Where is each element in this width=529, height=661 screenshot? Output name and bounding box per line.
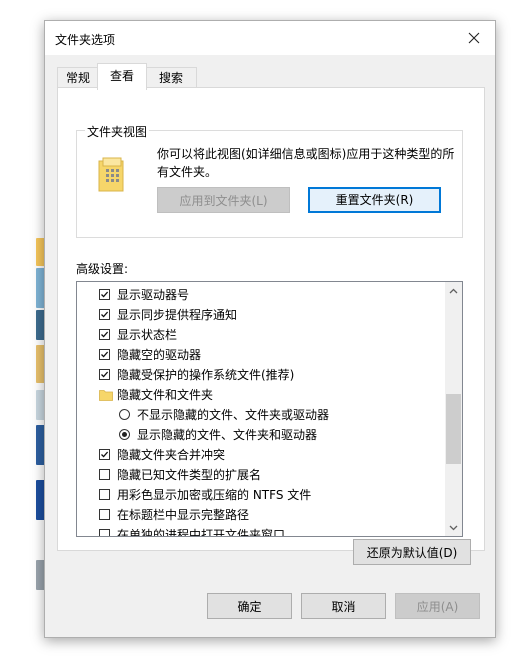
checkbox-checked[interactable] xyxy=(99,329,110,340)
ok-button[interactable]: 确定 xyxy=(207,593,292,619)
checkmark-icon xyxy=(101,311,109,318)
advanced-setting-label: 显示状态栏 xyxy=(117,328,178,342)
advanced-setting-label: 显示驱动器号 xyxy=(117,288,190,302)
advanced-settings-list[interactable]: 显示驱动器号显示同步提供程序通知 显示状态栏隐藏空的驱动器隐藏受保护的操作系统文件… xyxy=(76,281,463,537)
checkmark-icon xyxy=(101,351,109,358)
scroll-up-button[interactable] xyxy=(445,282,462,299)
advanced-setting-label: 隐藏已知文件类型的扩展名 xyxy=(117,468,262,482)
checkbox-unchecked[interactable] xyxy=(99,509,110,520)
restore-defaults-button[interactable]: 还原为默认值(D) xyxy=(353,539,471,565)
checkmark-icon xyxy=(101,331,109,338)
folder-icon xyxy=(99,390,113,401)
checkbox-unchecked[interactable] xyxy=(99,529,110,536)
checkbox-checked[interactable] xyxy=(99,289,110,300)
radio-unselected[interactable] xyxy=(119,409,130,420)
close-button[interactable] xyxy=(461,25,487,51)
advanced-setting-label: 隐藏空的驱动器 xyxy=(117,348,202,362)
cancel-button[interactable]: 取消 xyxy=(301,593,386,619)
advanced-setting-label: 隐藏受保护的操作系统文件(推荐) xyxy=(117,368,295,382)
scroll-thumb[interactable] xyxy=(446,394,461,464)
checkmark-icon xyxy=(101,451,109,458)
advanced-setting-label: 在单独的进程中打开文件夹窗口 xyxy=(117,528,286,537)
checkbox-checked[interactable] xyxy=(99,369,110,380)
tab-view[interactable]: 查看 xyxy=(97,63,147,90)
tab-search[interactable]: 搜索 xyxy=(145,67,197,88)
title-bar: 文件夹选项 xyxy=(45,21,495,55)
folder-view-icon xyxy=(98,157,124,192)
folder-views-group: 文件夹视图 你可以将此视图(如详细信息或图标)应用于这种类型的所有文件夹。 应用… xyxy=(76,123,463,238)
close-icon xyxy=(468,32,480,44)
tab-general[interactable]: 常规 xyxy=(57,67,99,88)
advanced-setting-label: 在标题栏中显示完整路径 xyxy=(117,508,250,522)
checkbox-unchecked[interactable] xyxy=(99,469,110,480)
scroll-down-button[interactable] xyxy=(445,519,462,536)
chevron-down-icon xyxy=(449,525,458,530)
background-window xyxy=(0,0,48,661)
checkbox-checked[interactable] xyxy=(99,349,110,360)
checkbox-unchecked[interactable] xyxy=(99,489,110,500)
vertical-scrollbar[interactable] xyxy=(445,282,462,536)
checkmark-icon xyxy=(101,371,109,378)
advanced-setting-label: 隐藏文件夹合并冲突 xyxy=(117,448,226,462)
apply-to-folders-button[interactable]: 应用到文件夹(L) xyxy=(157,187,290,213)
advanced-setting-label: 用彩色显示加密或压缩的 NTFS 文件 xyxy=(117,488,312,502)
advanced-setting-label: 隐藏文件和文件夹 xyxy=(117,388,214,402)
advanced-setting-label: 不显示隐藏的文件、文件夹或驱动器 xyxy=(137,408,330,422)
radio-dot xyxy=(122,432,127,437)
dialog-title: 文件夹选项 xyxy=(55,33,116,47)
folder-views-legend: 文件夹视图 xyxy=(85,123,150,140)
advanced-settings-label: 高级设置: xyxy=(76,262,129,276)
apply-button[interactable]: 应用(A) xyxy=(395,593,480,619)
chevron-up-icon xyxy=(449,288,458,293)
folder-views-description: 你可以将此视图(如详细信息或图标)应用于这种类型的所有文件夹。 xyxy=(157,147,455,179)
checkbox-checked[interactable] xyxy=(99,449,110,460)
view-tab-panel: 文件夹视图 你可以将此视图(如详细信息或图标)应用于这种类型的所有文件夹。 应用… xyxy=(57,87,485,551)
checkmark-icon xyxy=(101,291,109,298)
advanced-setting-label: 显示同步提供程序通知 xyxy=(117,308,238,322)
folder-options-dialog: 文件夹选项 常规 查看 搜索 文件夹视图 你可以将此视图(如详细信息或图标)应用… xyxy=(44,20,496,638)
checkbox-checked[interactable] xyxy=(99,309,110,320)
radio-selected[interactable] xyxy=(119,429,130,440)
advanced-setting-label: 显示隐藏的文件、文件夹和驱动器 xyxy=(137,428,318,442)
reset-folders-button[interactable]: 重置文件夹(R) xyxy=(308,187,441,213)
